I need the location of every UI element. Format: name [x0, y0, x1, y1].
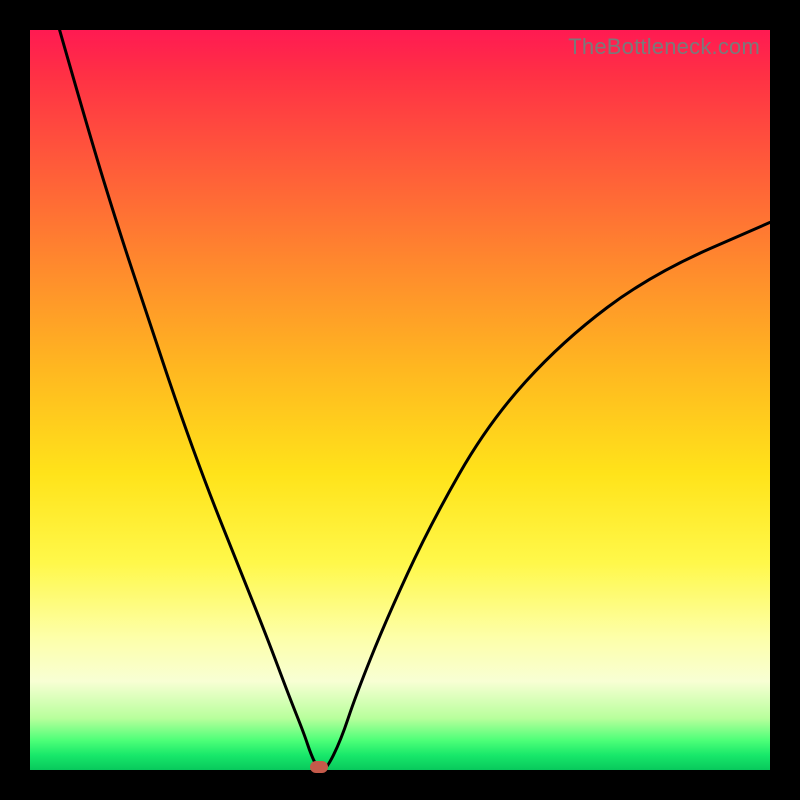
bottleneck-curve: [30, 30, 770, 770]
chart-frame: TheBottleneck.com: [0, 0, 800, 800]
plot-area: TheBottleneck.com: [30, 30, 770, 770]
watermark-text: TheBottleneck.com: [568, 34, 760, 60]
minimum-marker: [310, 761, 328, 773]
